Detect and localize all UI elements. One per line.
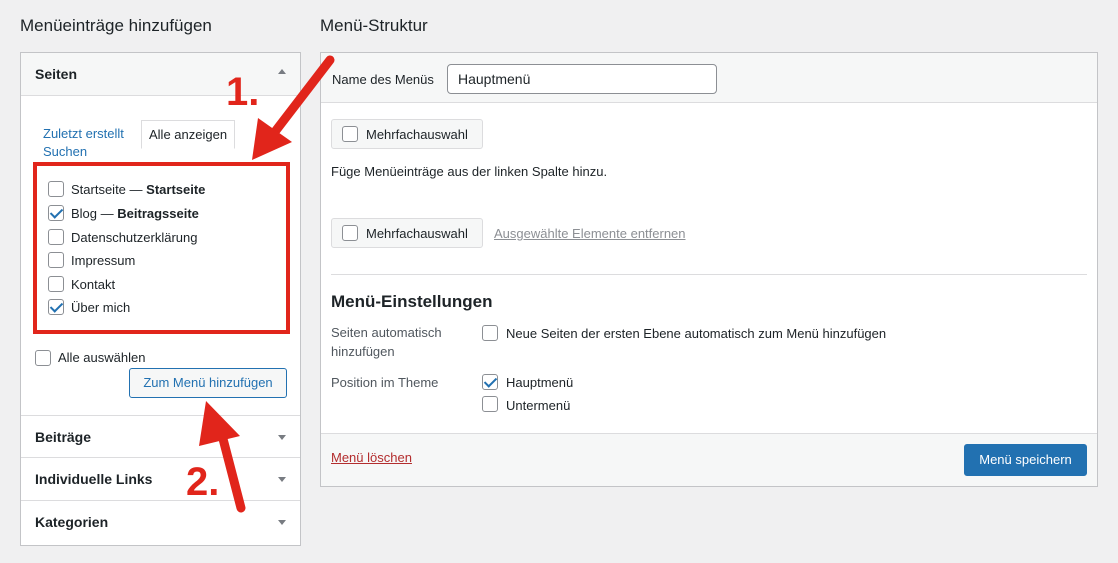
annotation-arrows — [199, 55, 335, 513]
annotation-arrow-2-icon — [199, 401, 246, 513]
annotation-arrow-1-icon — [252, 55, 335, 160]
